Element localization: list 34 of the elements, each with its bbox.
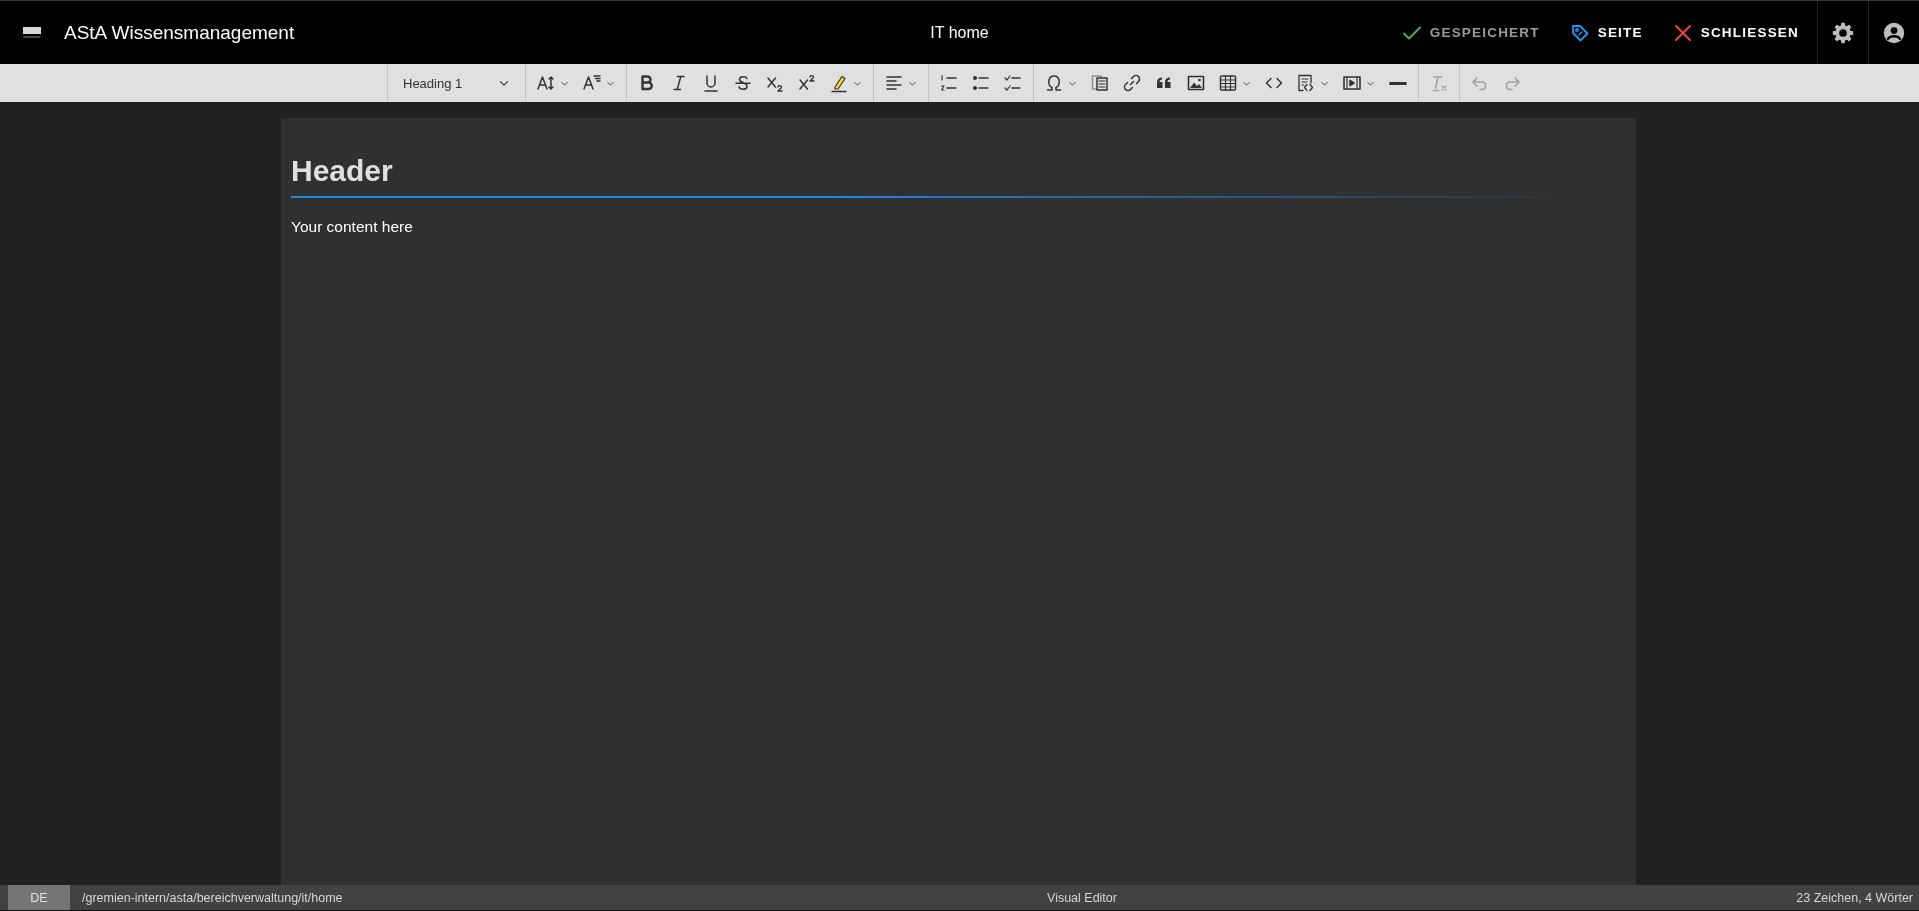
underline-icon bbox=[701, 73, 721, 93]
document-heading: Header bbox=[291, 153, 393, 189]
horizontal-line-icon bbox=[1388, 81, 1408, 85]
clear-formatting-icon bbox=[1429, 73, 1449, 93]
settings-icon bbox=[1831, 20, 1855, 45]
bulleted-list-icon bbox=[971, 73, 991, 93]
highlighter-icon bbox=[829, 73, 849, 93]
table-icon bbox=[1218, 73, 1238, 93]
code-block-icon bbox=[1296, 73, 1316, 93]
document-page[interactable]: Header Your content here bbox=[281, 118, 1636, 885]
account-icon bbox=[1882, 20, 1906, 45]
tag-icon bbox=[1569, 22, 1590, 43]
font-size-icon bbox=[536, 73, 556, 93]
close-icon bbox=[1672, 22, 1693, 43]
character-word-count: 23 Zeichen, 4 Wörter bbox=[1796, 890, 1913, 905]
font-family-icon bbox=[582, 73, 602, 93]
paste-icon bbox=[1090, 73, 1110, 93]
numbered-list-icon bbox=[939, 73, 959, 93]
page-title: IT home bbox=[930, 23, 989, 41]
align-left-icon bbox=[884, 73, 904, 93]
page-path: /gremien-intern/asta/bereichverwaltung/it/home bbox=[82, 890, 343, 905]
special-characters-icon bbox=[1044, 73, 1064, 93]
document-paragraph: Your content here bbox=[291, 218, 413, 236]
app-title[interactable]: AStA Wissensmanagement bbox=[64, 21, 295, 44]
editor-mode-label: Visual Editor bbox=[1047, 890, 1117, 905]
close-button[interactable]: SCHLIESSEN bbox=[1660, 14, 1811, 51]
heading-select[interactable]: Heading 1 bbox=[393, 67, 517, 99]
superscript-icon bbox=[797, 73, 817, 93]
strikethrough-icon bbox=[733, 73, 753, 93]
checklist-icon bbox=[1003, 73, 1023, 93]
link-icon bbox=[1122, 73, 1142, 93]
image-icon bbox=[1186, 73, 1206, 93]
media-icon bbox=[1342, 73, 1362, 93]
page-button[interactable]: SEITE bbox=[1557, 14, 1655, 51]
